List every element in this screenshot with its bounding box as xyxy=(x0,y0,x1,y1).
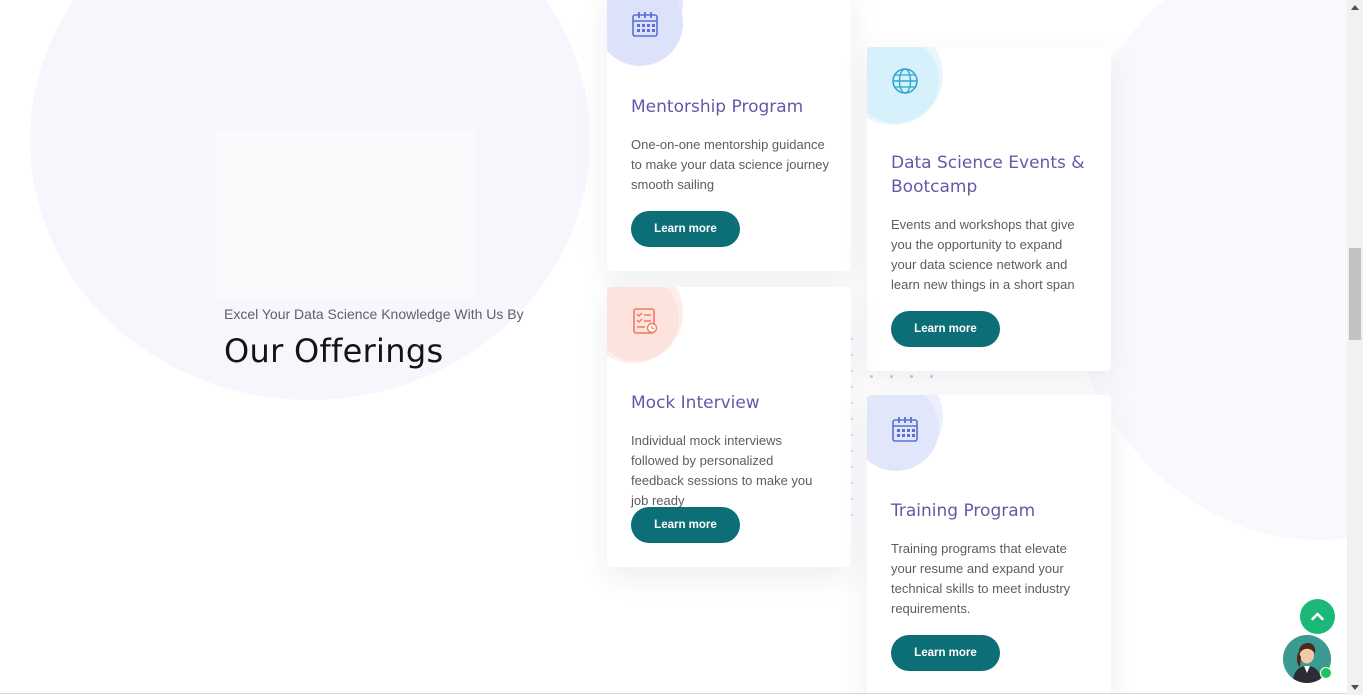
back-to-top-button[interactable] xyxy=(1300,599,1335,634)
offerings-intro: Excel Your Data Science Knowledge With U… xyxy=(224,306,524,370)
card-description: Training programs that elevate your resu… xyxy=(891,541,1071,616)
offering-card-training: Training Program Training programs that … xyxy=(867,395,1111,695)
card-title: Mentorship Program xyxy=(631,97,804,117)
vertical-scrollbar[interactable] xyxy=(1347,0,1363,695)
card-description: Individual mock interviews followed by p… xyxy=(631,433,813,508)
offering-card-events-bootcamp: Data Science Events & Bootcamp Events an… xyxy=(867,47,1111,371)
scroll-down-arrow-icon[interactable] xyxy=(1351,685,1359,690)
calendar-icon xyxy=(632,12,658,37)
section-subtitle: Excel Your Data Science Knowledge With U… xyxy=(224,306,524,322)
background-building-shape xyxy=(215,130,475,300)
page-divider xyxy=(0,693,1347,694)
globe-icon xyxy=(892,68,918,94)
card-description: One-on-one mentorship guidance to make y… xyxy=(631,137,829,192)
checklist-icon xyxy=(633,308,658,334)
section-title: Our Offerings xyxy=(224,332,444,370)
decorative-dots-vertical xyxy=(851,338,853,516)
learn-more-button-mentorship[interactable]: Learn more xyxy=(631,211,740,247)
offering-card-mock-interview: Mock Interview Individual mock interview… xyxy=(607,287,851,567)
chevron-up-icon xyxy=(1311,612,1324,621)
learn-more-button-mock-interview[interactable]: Learn more xyxy=(631,507,740,543)
card-title: Training Program xyxy=(891,501,1036,521)
card-title: Mock Interview xyxy=(631,393,760,413)
decorative-dots-horizontal xyxy=(870,375,933,378)
card-description: Events and workshops that give you the o… xyxy=(891,217,1075,292)
learn-more-button-events[interactable]: Learn more xyxy=(891,311,1000,347)
calendar-icon xyxy=(892,417,918,442)
card-title: Data Science Events & Bootcamp xyxy=(891,153,1085,197)
online-status-dot xyxy=(1320,667,1332,679)
learn-more-button-training[interactable]: Learn more xyxy=(891,635,1000,671)
offering-card-mentorship: Mentorship Program One-on-one mentorship… xyxy=(607,0,851,271)
scroll-up-arrow-icon[interactable] xyxy=(1351,5,1359,10)
offerings-page: Excel Your Data Science Knowledge With U… xyxy=(0,0,1347,695)
scrollbar-thumb[interactable] xyxy=(1349,248,1361,340)
